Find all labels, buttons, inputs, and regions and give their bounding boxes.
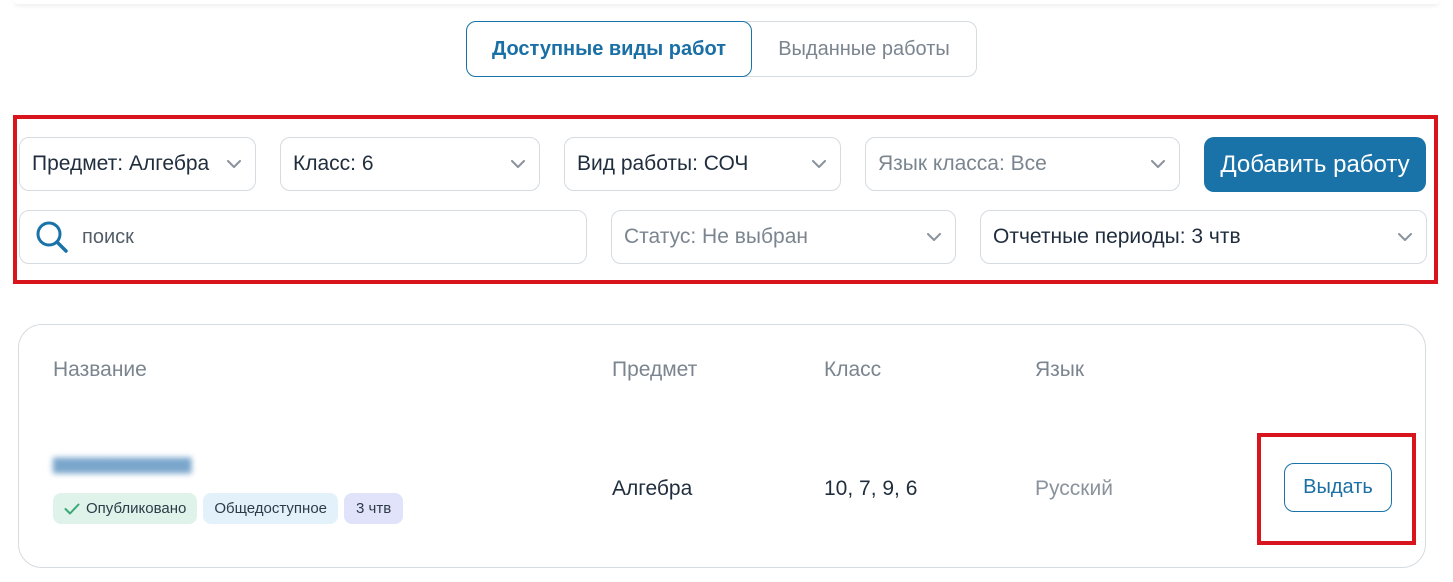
work-type-select-value: Вид работы: СОЧ [577,152,749,175]
work-badges: Опубликовано Общедоступное 3 чтв [53,493,404,524]
chevron-down-icon [509,155,527,173]
tab-issued-works[interactable]: Выданные работы [752,22,976,76]
class-language-select[interactable]: Язык класса: Все [865,137,1180,191]
header-subject: Предмет [612,358,698,381]
search-input[interactable] [82,225,562,249]
chevron-down-icon [1396,228,1414,246]
header-language: Язык [1035,358,1085,381]
issue-work-button[interactable]: Выдать [1284,463,1392,512]
row-grades: 10, 7, 9, 6 [824,477,918,500]
grade-select-value: Класс: 6 [293,152,374,175]
period-badge: 3 чтв [344,493,404,524]
public-badge: Общедоступное [203,493,339,524]
top-panel-edge [14,0,1439,4]
status-select[interactable]: Статус: Не выбран [611,210,956,264]
chevron-down-icon [225,155,243,173]
work-type-select[interactable]: Вид работы: СОЧ [564,137,841,191]
reporting-periods-select-value: Отчетные периоды: 3 чтв [993,225,1241,248]
row-subject: Алгебра [612,477,693,500]
grade-select[interactable]: Класс: 6 [280,137,540,191]
chevron-down-icon [925,228,943,246]
header-grade: Класс [824,358,882,381]
work-tabs: Доступные виды работ Выданные работы [466,21,977,77]
work-name-redacted: ▆▆▆▆▆▆▆▆▆▆ [53,453,192,473]
chevron-down-icon [810,155,828,173]
search-icon [34,219,70,255]
subject-select[interactable]: Предмет: Алгебра [19,137,256,191]
search-field [19,210,587,264]
check-icon [64,503,80,515]
published-badge: Опубликовано [53,493,198,524]
published-badge-label: Опубликовано [86,500,187,517]
tab-available-works[interactable]: Доступные виды работ [466,21,752,77]
works-table: Название Предмет Класс Язык ▆▆▆▆▆▆▆▆▆▆ О… [18,324,1426,568]
header-name: Название [53,358,147,381]
reporting-periods-select[interactable]: Отчетные периоды: 3 чтв [980,210,1427,264]
class-language-select-value: Язык класса: Все [878,152,1047,175]
add-work-button[interactable]: Добавить работу [1204,137,1426,192]
chevron-down-icon [1149,155,1167,173]
row-language: Русский [1035,477,1113,500]
status-select-value: Статус: Не выбран [624,225,808,248]
subject-select-value: Предмет: Алгебра [32,152,210,175]
